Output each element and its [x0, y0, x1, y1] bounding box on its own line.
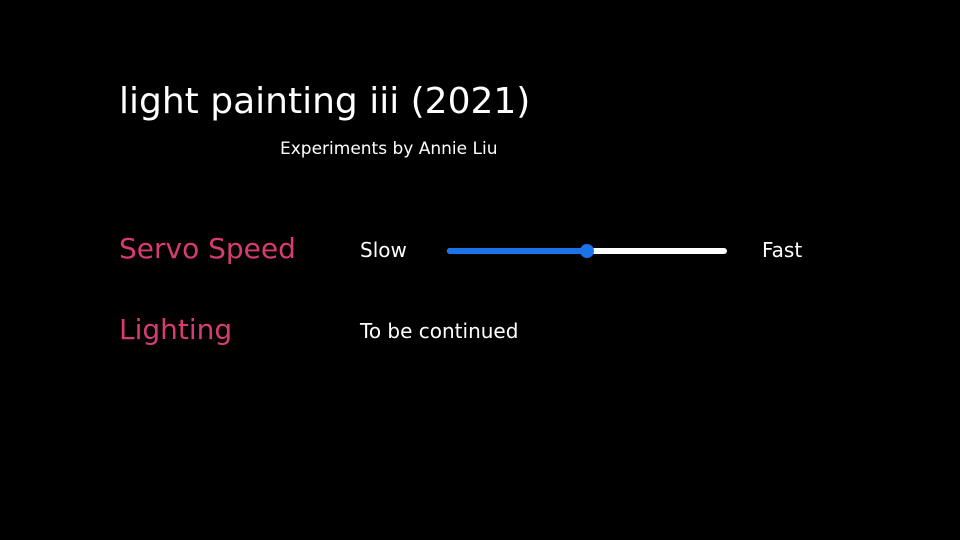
slider-fill: [447, 248, 587, 254]
slider-thumb[interactable]: [580, 244, 594, 258]
page-title: light painting iii (2021): [119, 81, 531, 122]
slider-max-label: Fast: [762, 238, 803, 262]
lighting-label: Lighting: [119, 313, 233, 346]
servo-speed-slider[interactable]: [447, 244, 727, 258]
page-subtitle: Experiments by Annie Liu: [280, 139, 498, 159]
servo-speed-label: Servo Speed: [119, 232, 296, 265]
slider-min-label: Slow: [360, 238, 407, 262]
lighting-status-text: To be continued: [360, 319, 519, 343]
